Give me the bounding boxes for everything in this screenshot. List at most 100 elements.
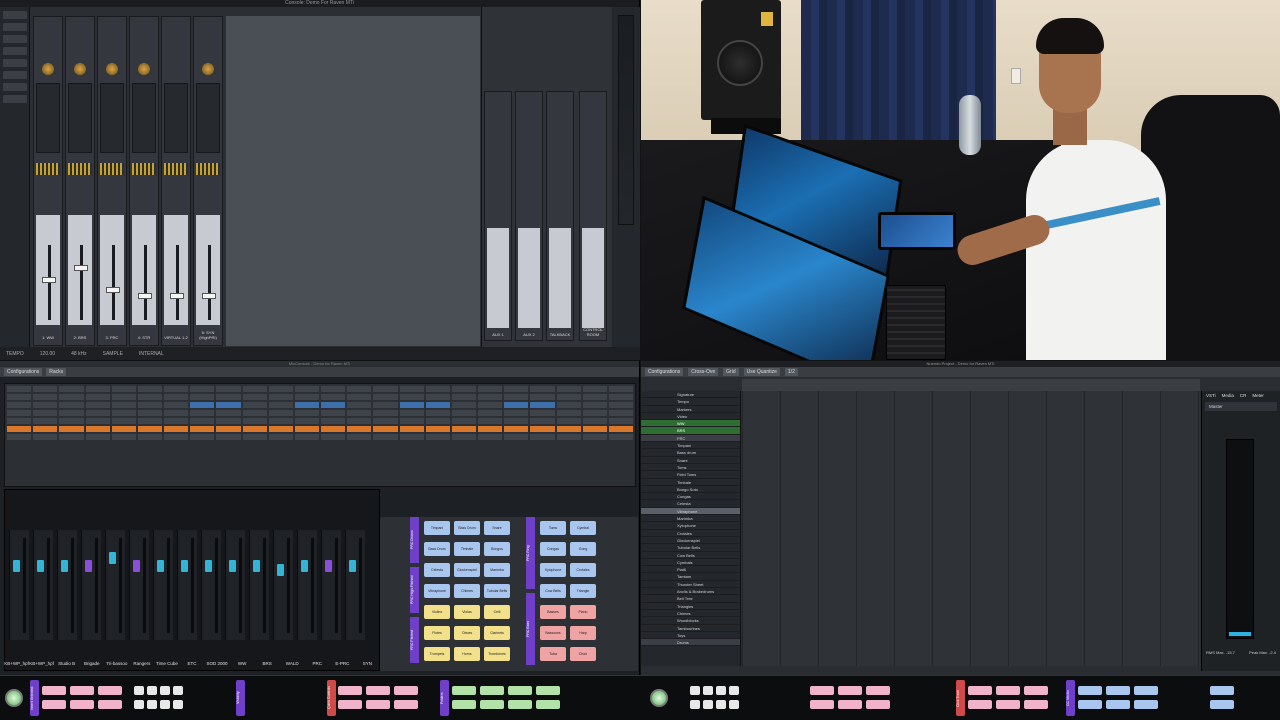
fader-cap[interactable] xyxy=(229,560,236,572)
rack-slot[interactable] xyxy=(399,434,424,440)
rack-slot[interactable] xyxy=(216,394,241,400)
rack-slot[interactable] xyxy=(399,402,424,408)
fader-cap[interactable] xyxy=(138,293,152,299)
insert-slot[interactable] xyxy=(68,83,92,153)
rack-slot[interactable] xyxy=(164,410,189,416)
track-row[interactable]: Thunder Sheet xyxy=(641,581,740,589)
rack-slot[interactable] xyxy=(530,434,555,440)
rack-slot[interactable] xyxy=(608,418,634,424)
insert-slot[interactable] xyxy=(36,83,60,153)
channel-fader[interactable] xyxy=(345,530,365,640)
pad-button[interactable]: Cow Bells xyxy=(540,584,566,598)
rack-slot[interactable] xyxy=(268,434,293,440)
rack-slot[interactable] xyxy=(451,426,477,432)
rack-slot[interactable] xyxy=(137,410,163,416)
configurations-button[interactable]: Configurations xyxy=(645,368,684,376)
track-row[interactable]: Timpani xyxy=(641,442,740,450)
rack-slot[interactable] xyxy=(7,386,32,392)
control-pad[interactable] xyxy=(1024,700,1048,709)
rack-slot[interactable] xyxy=(137,386,163,392)
pad-button[interactable]: Vibraphone xyxy=(424,584,450,598)
track-row[interactable]: Marimba xyxy=(641,515,740,523)
track-row[interactable]: Field Toms xyxy=(641,471,740,479)
pad-button[interactable]: Tubular Bells xyxy=(484,584,510,598)
control-tab[interactable]: Click Track xyxy=(956,680,965,716)
rack-slot[interactable] xyxy=(137,402,163,408)
track-row[interactable]: BRS xyxy=(641,427,740,435)
channel-fader[interactable] xyxy=(9,530,29,640)
fader-panel[interactable] xyxy=(487,228,509,328)
rack-slot[interactable] xyxy=(59,426,84,432)
pad-button[interactable]: Bongos xyxy=(484,542,510,556)
rack-slot[interactable] xyxy=(425,426,450,432)
rack-slot[interactable] xyxy=(33,402,58,408)
control-pad[interactable] xyxy=(1078,686,1102,695)
control-pad[interactable] xyxy=(480,686,504,695)
track-row[interactable]: Celesta xyxy=(641,500,740,508)
number-key[interactable] xyxy=(703,700,713,709)
track-row[interactable]: Tambourines xyxy=(641,625,740,632)
rack-slot[interactable] xyxy=(530,410,555,416)
channel-fader[interactable] xyxy=(225,530,245,640)
rack-slot[interactable] xyxy=(33,426,58,432)
rack-slot[interactable] xyxy=(294,402,320,408)
gain-knob[interactable] xyxy=(106,63,118,75)
rack-slot[interactable] xyxy=(216,386,241,392)
rack-slot[interactable] xyxy=(59,402,84,408)
fader-cap[interactable] xyxy=(37,560,44,572)
rack-slot[interactable] xyxy=(294,418,320,424)
nav-button[interactable] xyxy=(3,83,27,91)
control-pad[interactable] xyxy=(1078,700,1102,709)
number-key[interactable] xyxy=(690,700,700,709)
channel-fader[interactable] xyxy=(105,530,125,640)
rack-slot[interactable] xyxy=(111,418,136,424)
rack-slot[interactable] xyxy=(399,418,424,424)
channel-fader[interactable] xyxy=(33,530,53,640)
control-pad[interactable] xyxy=(70,686,94,695)
control-pad[interactable] xyxy=(70,700,94,709)
rack-slot[interactable] xyxy=(294,386,320,392)
pad-button[interactable]: Trombones xyxy=(484,647,510,661)
rack-slot[interactable] xyxy=(556,394,581,400)
pad-button[interactable]: Bassoons xyxy=(540,626,566,640)
number-key[interactable] xyxy=(716,700,726,709)
channel-fader[interactable] xyxy=(81,530,101,640)
pad-button[interactable]: Violas xyxy=(454,605,480,619)
control-tab[interactable]: Folders xyxy=(440,680,449,716)
rack-slot[interactable] xyxy=(582,402,607,408)
control-pad[interactable] xyxy=(394,700,418,709)
gain-knob[interactable] xyxy=(42,63,54,75)
rack-slot[interactable] xyxy=(294,426,320,432)
track-row[interactable]: Drums xyxy=(641,639,740,647)
rack-slot[interactable] xyxy=(399,386,424,392)
rack-slot[interactable] xyxy=(451,434,477,440)
number-key[interactable] xyxy=(729,686,739,695)
rack-slot[interactable] xyxy=(111,434,136,440)
control-pad[interactable] xyxy=(338,686,362,695)
rack-slot[interactable] xyxy=(242,434,267,440)
rack-slot[interactable] xyxy=(190,426,215,432)
rack-slot[interactable] xyxy=(504,410,529,416)
rack-slot[interactable] xyxy=(216,418,241,424)
rack-slot[interactable] xyxy=(242,394,267,400)
tab-vsti[interactable]: VSTi xyxy=(1206,393,1216,398)
track-row[interactable]: Tubular Bells xyxy=(641,544,740,552)
rack-slot[interactable] xyxy=(556,418,581,424)
rack-slot[interactable] xyxy=(608,434,634,440)
channel-fader[interactable] xyxy=(153,530,173,640)
control-pad[interactable] xyxy=(1134,686,1158,695)
number-key[interactable] xyxy=(173,686,183,695)
control-pad[interactable] xyxy=(480,700,504,709)
track-row[interactable]: Tempo xyxy=(641,398,740,406)
rack-slot[interactable] xyxy=(321,418,346,424)
rack-slot[interactable] xyxy=(242,410,267,416)
arrange-area[interactable] xyxy=(742,391,1200,666)
control-tab[interactable]: CC Vector xyxy=(1066,680,1075,716)
pad-button[interactable]: Celesta xyxy=(424,563,450,577)
rack-slot[interactable] xyxy=(164,386,189,392)
track-row[interactable]: Snare xyxy=(641,457,740,464)
rack-slot[interactable] xyxy=(373,418,398,424)
pad-button[interactable]: Tuba xyxy=(540,647,566,661)
channel-fader[interactable] xyxy=(273,530,293,640)
rack-slot[interactable] xyxy=(216,426,241,432)
